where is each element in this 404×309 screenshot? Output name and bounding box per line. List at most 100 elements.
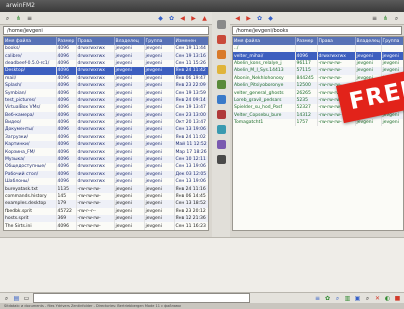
archive-icon[interactable]: [216, 140, 226, 149]
file-cell: jevgeni: [114, 192, 145, 201]
close-icon[interactable]: ✕: [374, 295, 381, 302]
file-row[interactable]: test_pictures/4096 drwxrwxrwx jevgeni jevge…: [4, 96, 208, 105]
settings-icon[interactable]: ✿: [324, 295, 331, 302]
file-row[interactable]: Шаблоны/4096 drwxrwxrwx jevgeni jevgeni Сен …: [4, 178, 208, 186]
file-row[interactable]: Рабочий стол/4096 drwxrwxrwx jevgeni jevgen…: [4, 170, 208, 179]
column-header[interactable]: Группа: [144, 37, 175, 45]
home-icon[interactable]: [216, 20, 226, 29]
forward-icon[interactable]: ▶: [190, 15, 197, 22]
right-path-field[interactable]: /home/jevgeni/books: [232, 26, 402, 35]
file-cell: jevgeni: [114, 133, 145, 142]
tree-icon[interactable]: ⋔: [15, 15, 22, 22]
sync-icon[interactable]: ◐: [384, 295, 391, 302]
right-file-panel[interactable]: Имя файла Размер Права Владелец Группа ../ve…: [232, 36, 404, 231]
file-row[interactable]: fbedbk.sprit 45722 -rw-r--r-- jevgeni jevgen…: [4, 207, 208, 215]
file-row[interactable]: Музыка/4096 drwxrwxrwx jevgeni jevgeni Сен 1…: [4, 155, 208, 164]
file-cell: drwxrwxrwx: [76, 74, 115, 82]
column-header[interactable]: Размер: [56, 37, 77, 45]
file-row[interactable]: deadbeef-0.5.0-rc1/4096 drwxrwxrwx jevgeni…: [4, 59, 208, 68]
list-view-icon[interactable]: ≡: [371, 15, 378, 22]
file-cell: jevgeni: [144, 178, 175, 186]
bookmark-icon[interactable]: ◆: [157, 15, 164, 22]
file-cell: Янв 06 19:47: [174, 74, 208, 82]
file-row[interactable]: Веб-камера/4096 drwxrwxrwx jevgeni jevgeni С…: [4, 111, 208, 119]
tree-icon[interactable]: ⋔: [382, 15, 389, 22]
up-icon[interactable]: ▲: [201, 15, 208, 22]
column-header[interactable]: Владелец: [114, 37, 145, 45]
new-folder-icon[interactable]: [216, 65, 226, 74]
file-row[interactable]: Документы/4096 drwxrwxrwx jevgeni jevgeni Се…: [4, 126, 208, 134]
filter-icon[interactable]: ≡: [314, 295, 321, 302]
file-row[interactable]: Загрузки/4096 drwxrwxrwx jevgeni jevgeni Янв…: [4, 133, 208, 142]
file-cell: jevgeni: [144, 118, 175, 127]
settings-icon[interactable]: ✿: [256, 15, 263, 22]
file-row[interactable]: examples.desktop 179 -rw-rw-rw-jevgeni jevg…: [4, 200, 208, 208]
move-icon[interactable]: [216, 50, 226, 59]
search-icon[interactable]: ⌕: [4, 15, 11, 22]
file-row[interactable]: ../: [233, 45, 403, 53]
back-icon[interactable]: ◀: [179, 15, 186, 22]
column-header[interactable]: Права: [76, 37, 115, 45]
command-input[interactable]: [33, 293, 250, 303]
left-file-panel[interactable]: Имя файла Размер Права Владелец Группа Измене…: [3, 36, 209, 231]
file-cell: -rw-rw-rw-: [76, 222, 115, 230]
file-row[interactable]: VirtualBox VMs/4096 drwxrwxrwx jevgeni jevg…: [4, 104, 208, 112]
file-icon[interactable]: ▤: [13, 295, 20, 302]
search-icon[interactable]: ⌕: [334, 295, 341, 302]
column-header[interactable]: Права: [317, 37, 356, 45]
file-row[interactable]: books/4096 drwxrwxrwx jevgeni jevgeni Сен 19…: [4, 45, 208, 53]
forward-icon[interactable]: ▶: [245, 15, 252, 22]
column-header[interactable]: Имя файла: [233, 37, 296, 45]
file-cell: jevgeni: [114, 118, 145, 127]
back-icon[interactable]: ◀: [234, 15, 241, 22]
edit-icon[interactable]: [216, 80, 226, 89]
view-icon[interactable]: [216, 95, 226, 104]
column-header[interactable]: Имя файла: [4, 37, 57, 45]
column-header[interactable]: Размер: [295, 37, 318, 45]
bookmark-icon[interactable]: ◆: [267, 15, 274, 22]
column-header[interactable]: Группа: [381, 37, 403, 45]
file-row[interactable]: calibre/4096 drwxrwxrwx jevgeni jevgeni Сен …: [4, 52, 208, 60]
file-row[interactable]: mail/4096 drwxrwxrwx jevgeni jevgeni Янв 06 …: [4, 74, 208, 82]
column-header[interactable]: Изменен: [174, 37, 208, 45]
terminal-icon[interactable]: ▭: [23, 295, 30, 302]
file-row[interactable]: Desktop/4096 drwxrwxrwx jevgeni jevgeni Янв …: [4, 67, 208, 75]
stop-icon[interactable]: ■: [394, 295, 401, 302]
scan-icon[interactable]: ⌕: [364, 295, 371, 302]
file-row[interactable]: commands.history 145 -rw-rw-rw-jevgeni jevg…: [4, 192, 208, 201]
left-path-field[interactable]: /home/jevgeni: [3, 26, 209, 35]
column-header[interactable]: Владелец: [355, 37, 382, 45]
file-cell: jevgeni: [144, 89, 175, 97]
file-row[interactable]: Tomagatcht1 1757 -rw-rw-rw-jevgeni jevgeni: [233, 118, 403, 127]
terminal-icon[interactable]: [216, 155, 226, 164]
file-row[interactable]: Splash/4096 drwxrwxrwx jevgeni jevgeni Янв 2…: [4, 81, 208, 90]
file-cell: 4096: [56, 67, 77, 75]
file-cell: jevgeni: [144, 170, 175, 179]
file-row[interactable]: Общедоступные/4096 drwxrwxrwx jevgeni jevge…: [4, 163, 208, 171]
file-cell: [317, 45, 356, 53]
file-row[interactable]: Abelin_kons_relalye_j 96117 -rw-rw-rw-jevg…: [233, 59, 403, 68]
list-view-icon[interactable]: ≡: [26, 15, 33, 22]
delete-icon[interactable]: [216, 110, 226, 119]
file-row[interactable]: Symbian/4096 drwxrwxrwx jevgeni jevgeni Сен …: [4, 89, 208, 97]
settings-icon[interactable]: ✿: [168, 15, 175, 22]
file-cell: books/: [4, 45, 57, 53]
search-icon[interactable]: ⌕: [393, 15, 400, 22]
file-cell: -rw-rw-rw-: [76, 214, 115, 223]
file-row[interactable]: bureyatask.txt 1135 -rw-rw-rw-jevgeni jevge…: [4, 185, 208, 193]
chart-icon[interactable]: ▥: [344, 295, 351, 302]
copy-icon[interactable]: [216, 35, 226, 44]
file-row[interactable]: Корзина_FM/4096 drwxrwxrwx jevgeni jevgeni М…: [4, 148, 208, 156]
file-row[interactable]: Видео/4096 drwxrwxrwx jevgeni jevgeni Окт 20…: [4, 118, 208, 127]
file-row[interactable]: velter_mihai/4096 drwxrwxrwx jevgeni jevgen…: [233, 52, 403, 60]
file-cell: jevgeni: [144, 96, 175, 105]
file-row[interactable]: The Sirts.ini 4096 -rw-rw-rw-jevgeni jevgen…: [4, 222, 208, 230]
file-row[interactable]: Картинки/4096 drwxrwxrwx jevgeni jevgeni Май…: [4, 141, 208, 149]
search-icon[interactable]: ⌕: [3, 295, 10, 302]
file-cell: Картинки/: [4, 141, 57, 149]
image-icon[interactable]: ▣: [354, 295, 361, 302]
file-cell: 4096: [56, 96, 77, 105]
file-row[interactable]: hosts.sprit 369 -rw-rw-rw-jevgeni jevgeni Ян…: [4, 214, 208, 223]
refresh-icon[interactable]: [216, 125, 226, 134]
file-row[interactable]: Abelin_M_I_Sys.14413 57115 -rw-rw-rw-jevge…: [233, 67, 403, 75]
